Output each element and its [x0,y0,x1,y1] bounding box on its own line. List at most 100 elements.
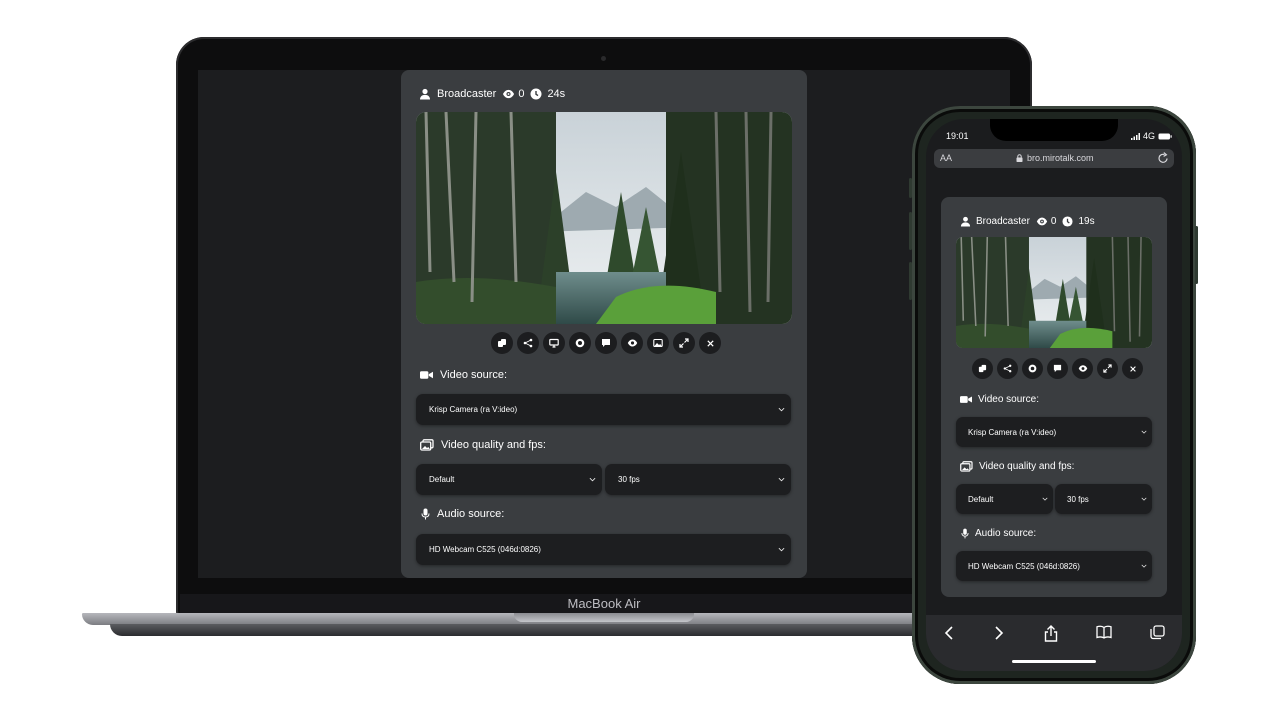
browser-address-bar[interactable]: AA bro.mirotalk.com [934,149,1174,168]
chevron-down-icon [778,547,785,552]
close-button[interactable] [1122,358,1143,379]
phone-screen: 19:01 4G AA bro.mirotalk.com Broadcaster… [926,119,1182,671]
copy-button[interactable] [491,332,513,354]
share-icon[interactable] [1044,625,1058,642]
viewer-button[interactable] [1072,358,1093,379]
video-source-label: Video source: [440,369,508,381]
clock-icon [530,88,542,100]
laptop-chin: MacBook Air [180,594,1028,614]
close-button[interactable] [699,332,721,354]
video-preview[interactable] [416,112,792,324]
tabs-icon[interactable] [1150,625,1165,640]
laptop-camera [601,56,606,61]
video-quality-label-row: Video quality and fps: [420,437,546,453]
viewers-eye-icon [1036,216,1048,227]
phone-volume-up [909,212,912,250]
copy-button[interactable] [972,358,993,379]
viewer-button[interactable] [621,332,643,354]
signal-icon [1131,132,1140,140]
copy-icon [978,364,987,373]
gallery-icon [960,460,973,472]
video-fps-value: 30 fps [618,475,640,484]
video-quality-label-row: Video quality and fps: [960,459,1074,473]
fullscreen-button[interactable] [673,332,695,354]
video-quality-select[interactable]: Default [956,484,1053,514]
video-source-label: Video source: [978,393,1039,405]
video-source-label-row: Video source: [420,367,507,383]
viewers-count: 0 [1050,215,1057,227]
video-fps-value: 30 fps [1067,494,1089,504]
video-source-label-row: Video source: [960,392,1039,406]
reload-icon[interactable] [1158,152,1169,164]
phone-volume-down [909,262,912,300]
phone-power-button [1195,226,1198,284]
share-button[interactable] [517,332,539,354]
snapshot-button[interactable] [647,332,669,354]
video-source-value: Krisp Camera (ra V:ideo) [968,427,1057,437]
video-source-select[interactable]: Krisp Camera (ra V:ideo) [956,417,1152,447]
bookmarks-icon[interactable] [1096,625,1112,639]
chevron-down-icon [1141,564,1147,568]
laptop-screen: Broadcaster 0 24s Video source: Krisp Ca… [198,70,1010,578]
audio-source-label: Audio source: [975,527,1037,539]
back-icon[interactable] [944,625,954,641]
screen-share-button[interactable] [543,332,565,354]
status-time: 19:01 [946,131,969,141]
close-icon [706,339,715,348]
video-controls-mobile [972,358,1143,379]
picture-icon [653,338,663,348]
broadcaster-panel: Broadcaster 0 24s Video source: Krisp Ca… [401,70,807,578]
chat-button[interactable] [595,332,617,354]
duration: 24s [547,88,566,100]
record-icon [1028,364,1037,373]
video-camera-icon [960,395,972,404]
record-button[interactable] [569,332,591,354]
chat-button[interactable] [1047,358,1068,379]
laptop-opening-notch [514,613,694,622]
video-source-value: Krisp Camera (ra V:ideo) [429,405,518,414]
share-icon [1003,364,1012,373]
screen-share-icon [549,338,559,348]
chevron-down-icon [1042,497,1048,501]
broadcaster-header: Broadcaster 0 24s [419,86,565,102]
browser-toolbar [926,615,1182,671]
viewers-eye-icon [502,88,515,100]
broadcaster-panel-mobile: Broadcaster 0 19s Video source: Krisp Ca… [941,197,1167,597]
battery-icon [1158,133,1172,140]
user-icon [960,216,971,227]
audio-source-select[interactable]: HD Webcam C525 (046d:0826) [416,534,791,565]
lock-icon [1016,154,1023,162]
forward-icon[interactable] [994,625,1004,641]
eye-icon [627,338,638,348]
microphone-icon [421,508,430,520]
audio-source-value: HD Webcam C525 (046d:0826) [968,561,1080,571]
video-camera-icon [420,370,433,380]
video-quality-select[interactable]: Default [416,464,602,495]
fullscreen-icon [679,338,689,348]
audio-source-label-row: Audio source: [961,526,1036,540]
audio-source-select[interactable]: HD Webcam C525 (046d:0826) [956,551,1152,581]
url-display: bro.mirotalk.com [1016,153,1094,163]
video-fps-select[interactable]: 30 fps [1055,484,1152,514]
chevron-down-icon [778,407,785,412]
status-right: 4G [1131,131,1172,141]
user-icon [419,88,431,100]
chevron-down-icon [1141,430,1147,434]
phone-notch [990,119,1118,141]
role-label: Broadcaster [976,215,1030,227]
duration: 19s [1078,215,1095,227]
video-source-select[interactable]: Krisp Camera (ra V:ideo) [416,394,791,425]
close-icon [1129,365,1137,373]
fullscreen-button[interactable] [1097,358,1118,379]
record-button[interactable] [1022,358,1043,379]
video-fps-select[interactable]: 30 fps [605,464,791,495]
viewers-count: 0 [518,88,525,100]
share-button[interactable] [997,358,1018,379]
video-preview-mobile[interactable] [956,237,1152,348]
gallery-icon [420,439,434,451]
chat-icon [601,338,611,348]
forest-lake-image [416,112,792,324]
text-size-button[interactable]: AA [940,153,952,163]
chevron-down-icon [778,477,785,482]
video-quality-value: Default [429,475,455,484]
